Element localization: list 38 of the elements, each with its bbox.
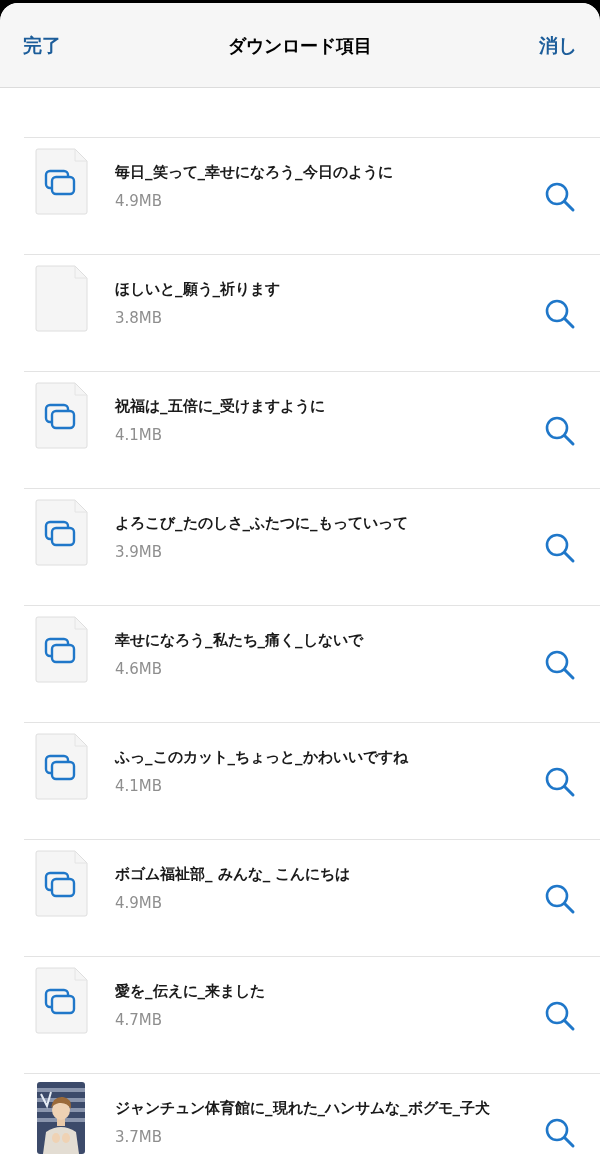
file-name: 愛を_伝えに_来ました	[115, 981, 265, 1001]
file-size: 4.9MB	[115, 191, 163, 211]
file-icon	[35, 850, 88, 917]
file-icon	[35, 499, 88, 566]
delete-button[interactable]: 消し	[539, 30, 577, 60]
file-name: ほしいと_願う_祈ります	[115, 279, 280, 299]
file-name: よろこび_たのしさ_ふたつに_もっていって	[115, 513, 408, 533]
search-icon[interactable]	[544, 649, 576, 681]
file-size: 3.8MB	[115, 308, 163, 328]
file-size: 3.9MB	[115, 542, 163, 562]
done-button[interactable]: 完了	[23, 30, 61, 60]
file-name: ボゴム福祉部_ みんな_ こんにちは	[115, 864, 351, 884]
search-icon[interactable]	[544, 1000, 576, 1032]
file-icon	[35, 616, 88, 683]
file-icon	[35, 148, 88, 215]
file-icon	[35, 382, 88, 449]
search-icon[interactable]	[544, 181, 576, 213]
search-icon[interactable]	[544, 532, 576, 564]
search-icon[interactable]	[544, 766, 576, 798]
file-name: ふっ_このカット_ちょっと_かわいいですね	[115, 747, 408, 767]
file-size: 4.7MB	[115, 1010, 163, 1030]
search-icon[interactable]	[544, 415, 576, 447]
file-size: 4.1MB	[115, 776, 163, 796]
file-size: 4.9MB	[115, 893, 163, 913]
blank-file-icon	[35, 265, 88, 332]
file-name: 毎日_笑って_幸せになろう_今日のように	[115, 162, 393, 182]
file-name: ジャンチュン体育館に_現れた_ハンサムな_ボグモ_子犬	[115, 1098, 490, 1118]
file-name: 幸せになろう_私たち_痛く_しないで	[115, 630, 363, 650]
search-icon[interactable]	[544, 1117, 576, 1149]
header-title: ダウンロード項目	[228, 33, 372, 58]
file-size: 4.6MB	[115, 659, 163, 679]
search-icon[interactable]	[544, 883, 576, 915]
file-size: 4.1MB	[115, 425, 163, 445]
file-icon	[35, 967, 88, 1034]
search-icon[interactable]	[544, 298, 576, 330]
file-name: 祝福は_五倍に_受けますように	[115, 396, 325, 416]
file-size: 3.7MB	[115, 1127, 163, 1147]
file-icon	[35, 733, 88, 800]
